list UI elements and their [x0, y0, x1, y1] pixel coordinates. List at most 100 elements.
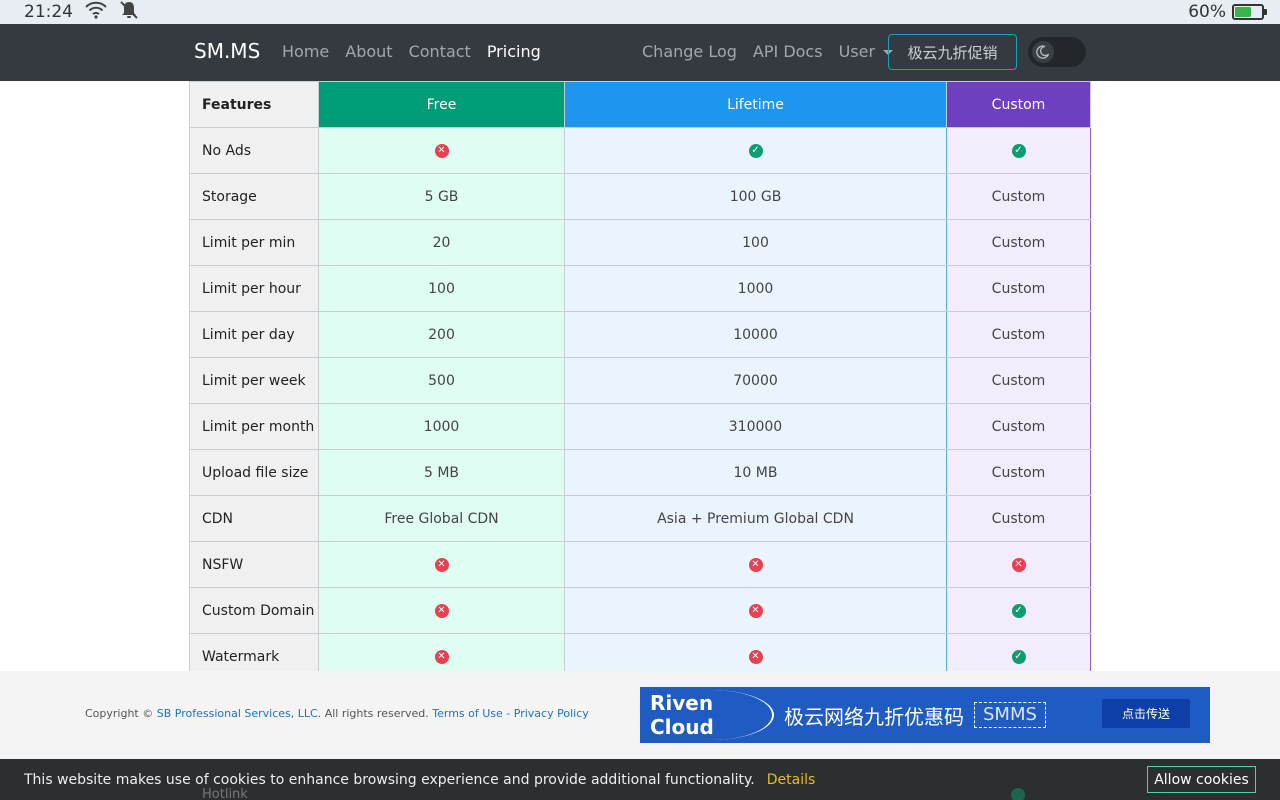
- lifetime-cell: ✓: [564, 127, 947, 174]
- lifetime-cell: 70000: [564, 357, 947, 404]
- nav-left: Home About Contact Pricing: [282, 42, 541, 61]
- nav-right: Change Log API Docs User: [642, 42, 894, 61]
- nav-home[interactable]: Home: [282, 42, 329, 61]
- feature-cell: Limit per min: [189, 219, 319, 266]
- free-cell: ✕: [318, 587, 565, 634]
- theme-toggle[interactable]: [1028, 37, 1086, 67]
- copyright: Copyright © SB Professional Services, LL…: [85, 707, 589, 720]
- check-circle-icon: [1011, 788, 1025, 800]
- lifetime-cell: 10 MB: [564, 449, 947, 496]
- check-circle-icon: ✓: [748, 143, 763, 158]
- feature-cell: Limit per month: [189, 403, 319, 450]
- allow-cookies-button[interactable]: Allow cookies: [1147, 766, 1256, 793]
- free-cell: ✕: [318, 127, 565, 174]
- custom-cell: Custom: [946, 495, 1091, 542]
- table-row: CDN Free Global CDN Asia + Premium Global …: [189, 495, 1091, 542]
- table-row: Custom Domain ✕ ✕ ✓: [189, 587, 1091, 634]
- custom-cell: ✕: [946, 541, 1091, 588]
- feature-cell: Limit per week: [189, 357, 319, 404]
- free-cell: 20: [318, 219, 565, 266]
- wifi-icon: [85, 1, 107, 24]
- lifetime-cell: ✕: [564, 541, 947, 588]
- nav-api-docs[interactable]: API Docs: [753, 42, 823, 61]
- header-lifetime: Lifetime: [564, 81, 947, 128]
- company-link[interactable]: SB Professional Services, LLC.: [157, 707, 321, 720]
- ad-text: 极云网络九折优惠码: [784, 704, 964, 729]
- feature-cell: Limit per hour: [189, 265, 319, 312]
- custom-cell: ✓: [946, 587, 1091, 634]
- lifetime-cell: 1000: [564, 265, 947, 312]
- free-cell: 100: [318, 265, 565, 312]
- lifetime-cell: 310000: [564, 403, 947, 450]
- feature-cell: Storage: [189, 173, 319, 220]
- custom-cell: Custom: [946, 173, 1091, 220]
- free-cell: Free Global CDN: [318, 495, 565, 542]
- header-free: Free: [318, 81, 565, 128]
- x-circle-icon: ✕: [434, 143, 449, 158]
- header-features: Features: [189, 81, 319, 128]
- nav-change-log[interactable]: Change Log: [642, 42, 737, 61]
- lifetime-cell: 10000: [564, 311, 947, 358]
- feature-cell: No Ads: [189, 127, 319, 174]
- check-circle-icon: ✓: [1011, 143, 1026, 158]
- promo-button[interactable]: 极云九折促销: [888, 34, 1017, 70]
- ad-button[interactable]: 点击传送: [1102, 699, 1190, 728]
- rights-text: All rights reserved.: [324, 707, 429, 720]
- free-cell: 200: [318, 311, 565, 358]
- custom-cell: Custom: [946, 219, 1091, 266]
- x-circle-icon: ✕: [1011, 557, 1026, 572]
- bell-off-icon: [119, 0, 139, 25]
- feature-cell: Upload file size: [189, 449, 319, 496]
- navbar: SM.MS Home About Contact Pricing Change …: [0, 24, 1280, 81]
- x-circle-icon: ✕: [748, 649, 763, 664]
- nav-contact[interactable]: Contact: [409, 42, 471, 61]
- free-cell: ✕: [318, 541, 565, 588]
- x-circle-icon: ✕: [748, 603, 763, 618]
- feature-cell: CDN: [189, 495, 319, 542]
- check-circle-icon: ✓: [1011, 649, 1026, 664]
- ad-code: SMMS: [974, 702, 1046, 728]
- battery-percent: 60%: [1188, 2, 1226, 22]
- custom-cell: Custom: [946, 357, 1091, 404]
- table-row: Limit per min 20 100 Custom: [189, 219, 1091, 266]
- status-bar: 21:24 60%: [0, 0, 1280, 24]
- x-circle-icon: ✕: [434, 557, 449, 572]
- table-row: NSFW ✕ ✕ ✕: [189, 541, 1091, 588]
- free-cell: 1000: [318, 403, 565, 450]
- free-cell: 5 GB: [318, 173, 565, 220]
- nav-pricing[interactable]: Pricing: [487, 42, 541, 61]
- custom-cell: ✓: [946, 127, 1091, 174]
- clock: 21:24: [24, 2, 73, 22]
- lifetime-cell: 100: [564, 219, 947, 266]
- privacy-link[interactable]: Privacy Policy: [514, 707, 589, 720]
- custom-cell: Custom: [946, 449, 1091, 496]
- nav-user-dropdown[interactable]: User: [838, 42, 894, 61]
- cookie-message: This website makes use of cookies to enh…: [24, 771, 755, 788]
- table-row: No Ads ✕ ✓ ✓: [189, 127, 1091, 174]
- feature-cell: Limit per day: [189, 311, 319, 358]
- battery-icon: [1232, 4, 1267, 20]
- table-row: Storage 5 GB 100 GB Custom: [189, 173, 1091, 220]
- custom-cell: Custom: [946, 265, 1091, 312]
- terms-link[interactable]: Terms of Use: [432, 707, 503, 720]
- table-row: Limit per hour 100 1000 Custom: [189, 265, 1091, 312]
- header-custom: Custom: [946, 81, 1091, 128]
- table-row: Limit per week 500 70000 Custom: [189, 357, 1091, 404]
- ad-banner[interactable]: Riven Cloud 极云网络九折优惠码 SMMS 点击传送: [640, 687, 1210, 743]
- x-circle-icon: ✕: [748, 557, 763, 572]
- lifetime-cell: ✕: [564, 587, 947, 634]
- brand-logo[interactable]: SM.MS: [194, 39, 260, 63]
- table-body: No Ads ✕ ✓ ✓ Storage 5 GB 100 GB Custom Limit pe…: [189, 127, 1091, 680]
- table-row-peek: Hotlink: [202, 787, 248, 800]
- nav-user-label: User: [838, 42, 876, 61]
- feature-cell: Custom Domain: [189, 587, 319, 634]
- cookie-details-link[interactable]: Details: [767, 772, 816, 788]
- custom-cell: Custom: [946, 311, 1091, 358]
- footer: Copyright © SB Professional Services, LL…: [0, 671, 1280, 759]
- x-circle-icon: ✕: [434, 649, 449, 664]
- lifetime-cell: Asia + Premium Global CDN: [564, 495, 947, 542]
- pricing-table: Features Free Lifetime Custom No Ads ✕ ✓ ✓ S…: [189, 81, 1091, 680]
- nav-about[interactable]: About: [345, 42, 392, 61]
- check-circle-icon: ✓: [1011, 603, 1026, 618]
- custom-cell: Custom: [946, 403, 1091, 450]
